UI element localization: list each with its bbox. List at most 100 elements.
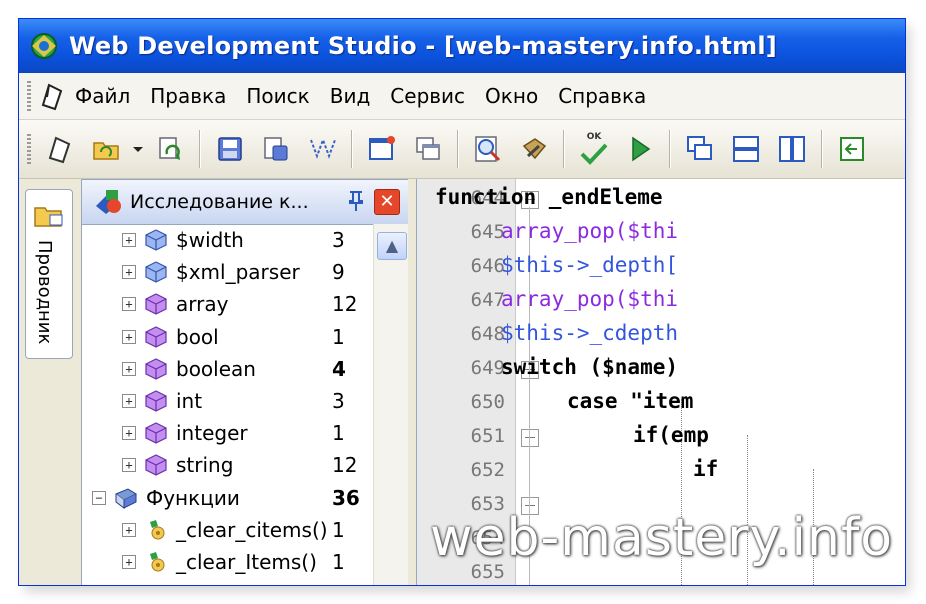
tools-icon <box>522 138 547 160</box>
type-cube-icon <box>145 293 167 316</box>
new-button[interactable] <box>41 130 79 168</box>
expand-icon[interactable]: + <box>122 426 136 441</box>
explorer-tree: + $width 3 + $xml_parser 9 + array 12 + bool 1 + bool… <box>82 224 372 578</box>
expand-icon[interactable]: + <box>122 233 136 248</box>
tree-row-count: 12 <box>332 453 358 478</box>
code-line: $this->_depth[ <box>501 253 679 277</box>
pin-icon[interactable] <box>344 189 368 213</box>
menu-file[interactable]: Файл <box>75 84 130 108</box>
toolbar-separator <box>351 130 353 168</box>
collapse-icon[interactable]: − <box>92 490 106 505</box>
code-line: array_pop($thi <box>501 287 679 311</box>
new-icon <box>48 136 71 164</box>
type-cube-icon <box>145 325 167 348</box>
menu-edit[interactable]: Правка <box>150 84 226 108</box>
tree-row[interactable]: + int 3 <box>82 385 372 417</box>
tile-vertical-button[interactable] <box>773 130 811 168</box>
expand-icon[interactable]: + <box>122 554 136 569</box>
split-icon <box>310 137 336 159</box>
menu-search[interactable]: Поиск <box>246 84 309 108</box>
tile-horizontal-icon <box>733 136 759 162</box>
tree-row[interactable]: + string 12 <box>82 449 372 481</box>
line-number: 648 <box>470 323 505 345</box>
open-dropdown-button[interactable] <box>131 130 145 168</box>
back-button[interactable] <box>833 130 871 168</box>
code-line: switch ($name) <box>501 355 679 379</box>
cascade-button[interactable] <box>681 130 719 168</box>
tree-row-label: integer <box>176 421 248 446</box>
tree-row-label: bool <box>176 324 219 349</box>
code-line: case "item <box>567 389 694 413</box>
app-logo-icon <box>31 33 57 59</box>
toolbar-grip[interactable] <box>27 134 31 164</box>
save-icon <box>218 137 242 161</box>
expand-icon[interactable]: + <box>122 329 136 344</box>
tree-row[interactable]: + _clear_citems() 1 <box>82 514 372 546</box>
split-button[interactable] <box>303 130 341 168</box>
expand-icon[interactable]: + <box>122 522 136 537</box>
new-window-button[interactable] <box>363 130 401 168</box>
type-cube-icon <box>145 358 167 380</box>
explorer-panel-icon <box>96 190 121 214</box>
scrollbar[interactable]: ▲ <box>373 224 408 585</box>
tree-row[interactable]: + boolean 4 <box>82 353 372 385</box>
check-button[interactable]: OK <box>575 130 613 168</box>
check-button-label: OK <box>586 131 602 142</box>
expand-icon[interactable]: + <box>122 361 136 376</box>
tree-row[interactable]: + $xml_parser 9 <box>82 256 372 288</box>
scroll-up-icon[interactable]: ▲ <box>377 232 407 260</box>
code-line: if(emp <box>633 423 709 447</box>
tree-row-count: 3 <box>332 228 345 253</box>
toolbar-separator <box>669 130 671 168</box>
tree-row[interactable]: + $width 3 <box>82 224 372 256</box>
expand-icon[interactable]: + <box>122 394 136 409</box>
refresh-button[interactable] <box>151 130 189 168</box>
explorer-side-tab[interactable]: Проводник <box>25 189 73 359</box>
tree-row[interactable]: + bool 1 <box>82 321 372 353</box>
search-icon <box>475 136 501 162</box>
expand-icon[interactable]: + <box>122 297 136 312</box>
back-icon <box>840 137 864 161</box>
menu-tools[interactable]: Сервис <box>390 84 465 108</box>
tree-row[interactable]: + array 12 <box>82 288 372 320</box>
save-button[interactable] <box>211 130 249 168</box>
tree-row[interactable]: + integer 1 <box>82 417 372 449</box>
check-icon <box>580 143 608 165</box>
fold-toggle-icon[interactable] <box>521 429 539 447</box>
panel-title: Исследование к... <box>130 191 309 213</box>
tile-horizontal-button[interactable] <box>727 130 765 168</box>
expand-icon[interactable]: + <box>122 265 136 280</box>
tree-row-label: $width <box>176 228 244 253</box>
watermark: web-mastery.info <box>430 508 894 568</box>
expand-icon[interactable]: + <box>122 458 136 473</box>
menu-window[interactable]: Окно <box>485 84 538 108</box>
save-all-button[interactable] <box>257 130 295 168</box>
tree-row-count: 3 <box>332 389 345 414</box>
close-icon[interactable]: ✕ <box>374 189 400 215</box>
title-bar: Web Development Studio - [web-mastery.in… <box>19 19 905 73</box>
function-gear-icon <box>150 551 165 572</box>
cascade-icon <box>687 136 712 160</box>
tree-row[interactable]: + _clear_Items() 1 <box>82 546 372 578</box>
tree-row-label: _clear_Items() <box>176 549 317 574</box>
find-button[interactable] <box>469 130 507 168</box>
tree-row-count: 9 <box>332 260 345 285</box>
side-tab-strip: Проводник <box>19 179 79 585</box>
window-title: Web Development Studio - [web-mastery.in… <box>69 32 777 60</box>
open-button[interactable] <box>87 130 125 168</box>
line-number: 650 <box>470 391 505 413</box>
menu-help[interactable]: Справка <box>558 84 646 108</box>
menubar-grip[interactable] <box>27 81 31 111</box>
window-list-button[interactable] <box>409 130 447 168</box>
panel-splitter[interactable] <box>408 179 416 585</box>
tools-button[interactable] <box>515 130 553 168</box>
menu-view[interactable]: Вид <box>330 84 371 108</box>
tree-row[interactable]: − Функции 36 <box>82 482 372 514</box>
toolbar-separator <box>821 130 823 168</box>
run-button[interactable] <box>621 130 659 168</box>
line-number: 652 <box>470 459 505 481</box>
line-number: 645 <box>470 221 505 243</box>
toolbar-separator <box>563 130 565 168</box>
explorer-panel: Исследование к... ✕ + $width 3 + $xml_parser… <box>81 179 409 585</box>
app-window: Web Development Studio - [web-mastery.in… <box>18 18 906 586</box>
